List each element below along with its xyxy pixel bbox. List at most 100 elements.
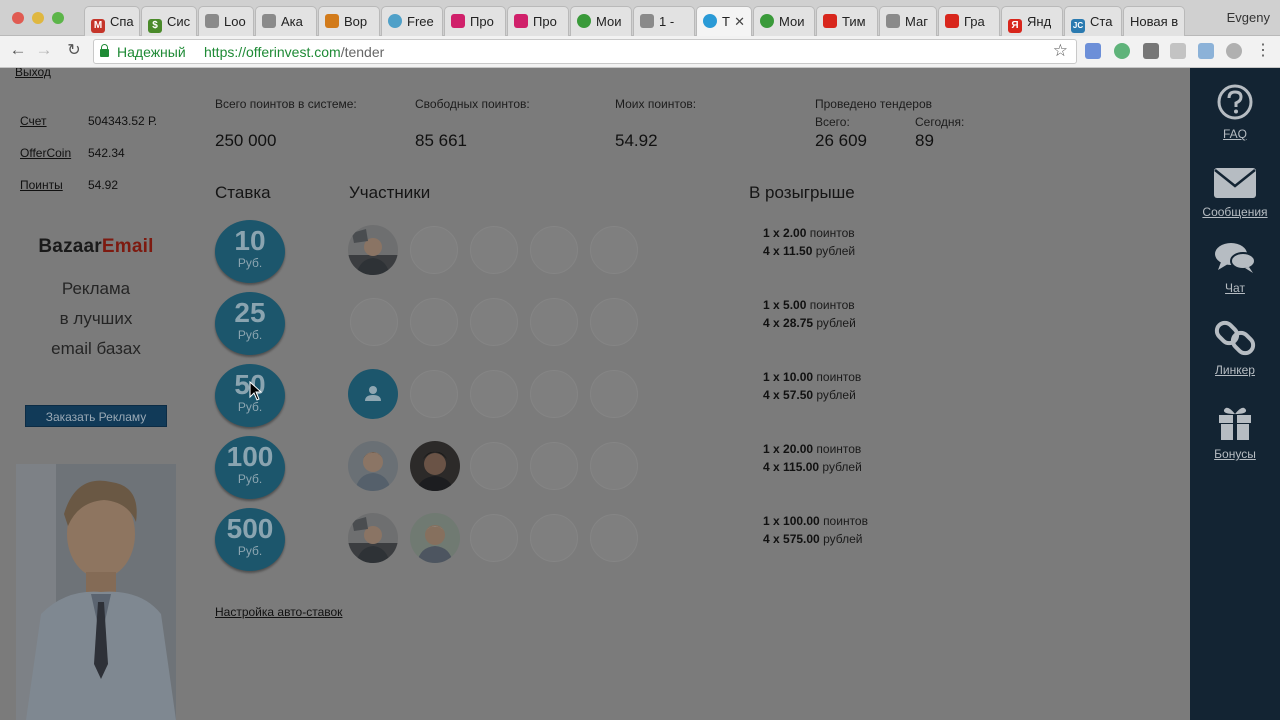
sidebar-item-messages[interactable]: Сообщения (1190, 166, 1280, 219)
forward-icon[interactable]: → (33, 40, 55, 60)
screenshot-extension-icon[interactable] (1198, 43, 1214, 59)
ad-photo[interactable] (16, 464, 176, 720)
tab-pro-2[interactable]: Про (507, 6, 569, 36)
bid-currency: Руб. (237, 256, 263, 270)
points-link[interactable]: Поинты (20, 178, 63, 192)
order-ad-button[interactable]: Заказать Рекламу (25, 405, 167, 427)
user-icon (760, 14, 774, 28)
tab-label: Вор (344, 14, 368, 29)
empty-slot (470, 370, 518, 418)
free-points-label: Свободных поинтов: (415, 97, 530, 111)
tab-tim[interactable]: Тим (816, 6, 878, 36)
sidebar-item-faq[interactable]: FAQ (1190, 82, 1280, 141)
empty-slot (590, 298, 638, 346)
bid-button-25[interactable]: 25 Руб. (215, 292, 285, 355)
prize-column-header: В розыгрыше (749, 183, 855, 202)
participant-avatar[interactable] (348, 369, 398, 419)
prize-primary-unit: поинтов (809, 298, 855, 312)
user-icon (577, 14, 591, 28)
tab-pro-1[interactable]: Про (444, 6, 506, 36)
bid-button-100[interactable]: 100 Руб. (215, 436, 285, 499)
bid-amount: 10 (234, 225, 266, 256)
account-row-balance: Счет 504343.52 Р. (20, 114, 157, 128)
empty-slot (530, 514, 578, 562)
bid-button-500[interactable]: 500 Руб. (215, 508, 285, 571)
ad-brand: BazaarEmail (16, 236, 176, 258)
empty-slot (530, 298, 578, 346)
back-icon[interactable]: ← (7, 40, 29, 60)
minimize-window-button[interactable] (32, 12, 44, 24)
sidebar-label: Линкер (1215, 363, 1255, 377)
heart-icon (451, 14, 465, 28)
bid-currency: Руб. (237, 328, 263, 342)
secure-label: Надежный (117, 44, 186, 60)
sidebar-item-bonuses[interactable]: Бонусы (1190, 404, 1280, 461)
tab-loo[interactable]: Loo (198, 6, 254, 36)
logout-link[interactable]: Выход (15, 68, 51, 79)
tab-doc[interactable]: 1 - (633, 6, 695, 36)
offercoin-link[interactable]: OfferCoin (20, 146, 71, 160)
tab-gra[interactable]: Гра (938, 6, 1000, 36)
bid-button-10[interactable]: 10 Руб. (215, 220, 285, 283)
tenders-total-value: 26 609 (815, 131, 867, 150)
prize-info: 1 x 2.00 поинтов 4 x 11.50 рублей (763, 224, 855, 260)
tab-vor[interactable]: Вор (318, 6, 380, 36)
tab-new[interactable]: Новая в (1123, 6, 1185, 36)
empty-slot (530, 226, 578, 274)
participant-avatar[interactable] (348, 513, 398, 563)
maximize-window-button[interactable] (52, 12, 64, 24)
lock-icon (100, 44, 109, 57)
tab-free[interactable]: Free (381, 6, 443, 36)
participant-avatar[interactable] (410, 441, 460, 491)
participant-avatar[interactable] (410, 513, 460, 563)
sidebar-label: FAQ (1222, 127, 1247, 141)
auto-bid-settings-link[interactable]: Настройка авто-ставок (215, 605, 342, 619)
tab-yandex[interactable]: Я Янд (1001, 6, 1063, 36)
translate-extension-icon[interactable] (1085, 43, 1101, 59)
close-window-button[interactable] (12, 12, 24, 24)
ad-banner[interactable]: BazaarEmail Реклама в лучших email базах… (16, 236, 176, 427)
account-row-points: Поинты 54.92 (20, 178, 118, 192)
tab-mag[interactable]: Маг (879, 6, 937, 36)
prize-info: 1 x 10.00 поинтов 4 x 57.50 рублей (763, 368, 861, 404)
chain-link-icon (1214, 320, 1256, 356)
menu-dots-icon[interactable]: ⋮ (1252, 40, 1274, 60)
url-text[interactable]: https://offerinvest.com/tender (204, 44, 384, 60)
cast-extension-icon[interactable] (1143, 43, 1159, 59)
yandex-icon: Я (1008, 19, 1022, 33)
tenders-today-value: 89 (915, 131, 934, 150)
sidebar-item-chat[interactable]: Чат (1190, 240, 1280, 295)
bid-currency: Руб. (237, 472, 263, 486)
close-tab-icon[interactable]: ✕ (734, 14, 745, 30)
prize-secondary: 4 x 11.50 (763, 244, 813, 258)
tab-moi-2[interactable]: Мои (753, 6, 815, 36)
bookmark-star-icon[interactable]: ☆ (1053, 41, 1068, 61)
tab-sis[interactable]: $ Сис (141, 6, 197, 36)
reload-icon[interactable]: ↻ (63, 40, 85, 60)
mouse-cursor-icon (249, 381, 263, 401)
tenders-held-label: Проведено тендеров (815, 97, 932, 111)
puzzle-extension-icon[interactable] (1226, 43, 1242, 59)
tab-aka[interactable]: Ака (255, 6, 317, 36)
tenders-today-label: Сегодня: (915, 115, 965, 129)
empty-slot (530, 442, 578, 490)
secure-indicator[interactable]: Надежный (100, 44, 186, 60)
shield-extension-icon[interactable] (1170, 43, 1186, 59)
sidebar-item-linker[interactable]: Линкер (1190, 318, 1280, 377)
participant-photo (410, 441, 460, 491)
tab-moi-1[interactable]: Мои (570, 6, 632, 36)
tab-tender-active[interactable]: Т ✕ (696, 6, 752, 36)
participant-avatar[interactable] (348, 441, 398, 491)
bid-amount: 25 (234, 297, 266, 328)
participant-avatar[interactable] (348, 225, 398, 275)
tab-sta[interactable]: JC Ста (1064, 6, 1122, 36)
profile-name[interactable]: Evgeny (1227, 10, 1270, 25)
bid-column-header: Ставка (215, 183, 271, 202)
prize-secondary-unit: рублей (816, 388, 856, 402)
tab-gmail[interactable]: M Спа (84, 6, 140, 36)
prize-secondary: 4 x 115.00 (763, 460, 820, 474)
address-bar[interactable]: Надежный https://offerinvest.com/tender … (93, 39, 1077, 64)
extension-icon[interactable] (1114, 43, 1130, 59)
balance-link[interactable]: Счет (20, 114, 47, 128)
empty-slot (590, 226, 638, 274)
